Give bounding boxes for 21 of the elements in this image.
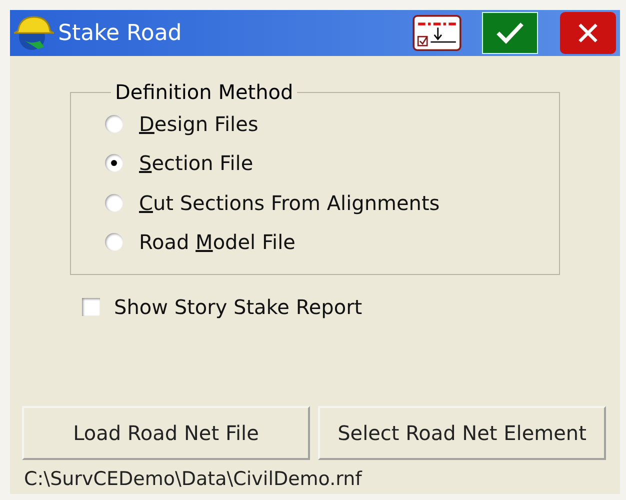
option-label: Section File: [139, 151, 254, 176]
group-legend: Definition Method: [111, 80, 298, 104]
option-label: Design Files: [139, 112, 258, 136]
radio-button[interactable]: [105, 114, 123, 133]
option-label: Cut Sections From Alignments: [139, 190, 440, 215]
window-title: Stake Road: [58, 20, 183, 46]
file-path: C:\SurvCEDemo\Data\CivilDemo.rnf: [24, 468, 364, 490]
action-button[interactable]: Load Road Net File: [22, 406, 310, 460]
radio-button[interactable]: [105, 194, 123, 212]
form-checkbox-icon: [412, 15, 462, 51]
option-label: Road Model File: [139, 230, 296, 254]
checkbox[interactable]: [82, 298, 100, 316]
checkmark-icon: [495, 21, 525, 45]
action-button[interactable]: Select Road Net Element: [318, 406, 606, 460]
close-button[interactable]: [560, 12, 616, 54]
settings-button[interactable]: [410, 12, 464, 54]
radio-button[interactable]: [105, 233, 123, 252]
close-icon: [577, 22, 599, 44]
ok-button[interactable]: [482, 12, 538, 54]
radio-button[interactable]: [105, 154, 123, 172]
checkbox-label: Show Story Stake Report: [114, 295, 362, 319]
